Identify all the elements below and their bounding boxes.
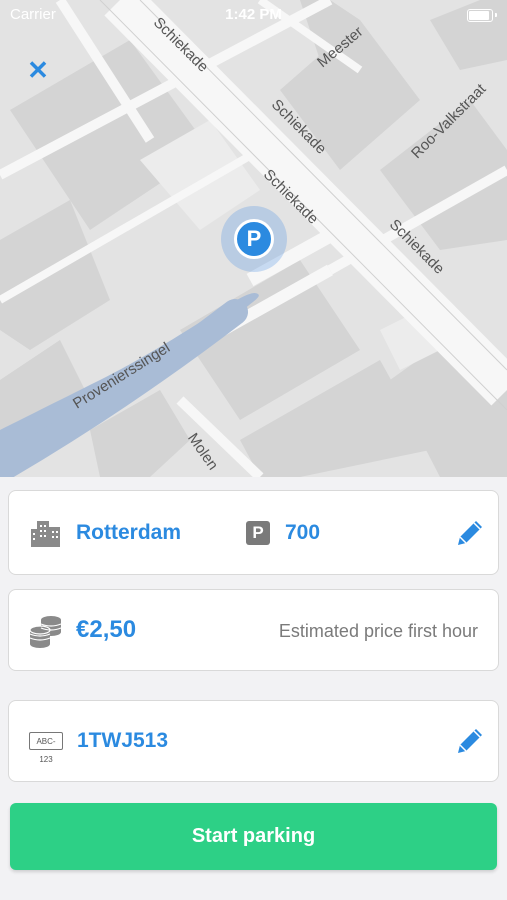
license-plate-icon: ABC-123: [29, 732, 63, 764]
parking-icon: P: [234, 219, 274, 259]
edit-location-pencil-icon[interactable]: [454, 517, 486, 549]
map-view[interactable]: Schiekade Schiekade Schiekade Schiekade …: [0, 0, 507, 477]
parking-zone-badge-icon: P: [246, 521, 270, 545]
start-parking-button[interactable]: Start parking: [10, 803, 497, 870]
status-bar: Carrier 1:42 PM: [0, 0, 507, 30]
battery-icon: [467, 9, 493, 22]
city-name: Rotterdam: [76, 521, 182, 544]
zone-number: 700: [285, 521, 321, 544]
buildings-icon: [31, 521, 60, 547]
clock-label: 1:42 PM: [225, 6, 282, 23]
license-plate-card[interactable]: ABC-123 1TWJ513: [8, 700, 499, 782]
estimated-price: €2,50: [76, 616, 137, 643]
battery-tip-icon: [495, 13, 497, 17]
license-plate-number: 1TWJ513: [77, 729, 169, 752]
edit-plate-pencil-icon[interactable]: [454, 725, 486, 757]
parking-location-pin[interactable]: P: [221, 206, 287, 272]
price-card: €2,50 Estimated price first hour: [8, 589, 499, 671]
price-description: Estimated price first hour: [278, 621, 478, 641]
close-icon[interactable]: ✕: [24, 56, 52, 84]
coins-icon: [29, 616, 62, 648]
location-card[interactable]: Rotterdam P 700: [8, 490, 499, 575]
